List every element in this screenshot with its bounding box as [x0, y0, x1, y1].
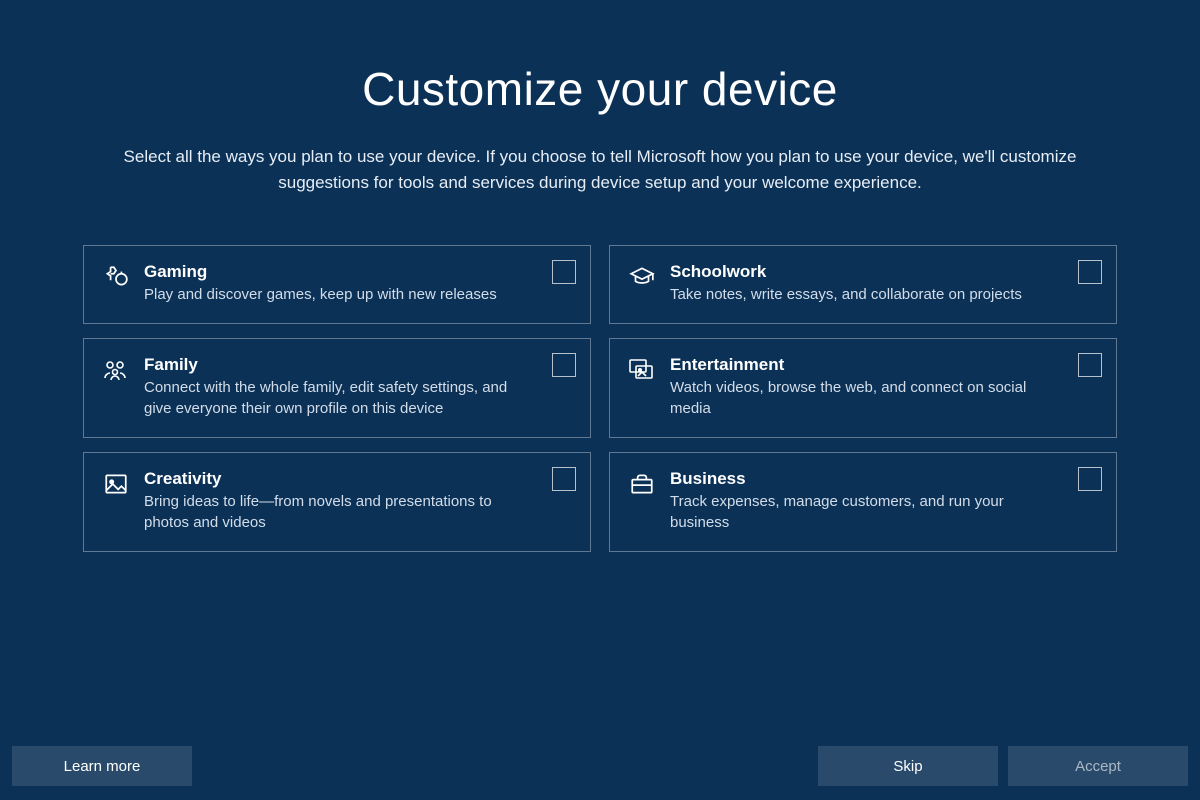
card-title: Creativity	[144, 469, 524, 489]
card-family[interactable]: Family Connect with the whole family, ed…	[83, 338, 591, 438]
card-desc: Take notes, write essays, and collaborat…	[670, 284, 1050, 305]
card-schoolwork[interactable]: Schoolwork Take notes, write essays, and…	[609, 245, 1117, 324]
card-title: Entertainment	[670, 355, 1050, 375]
card-desc: Bring ideas to life—from novels and pres…	[144, 491, 524, 533]
usage-grid: Gaming Play and discover games, keep up …	[83, 245, 1117, 552]
accept-button[interactable]: Accept	[1008, 746, 1188, 786]
footer: Learn more Skip Accept	[12, 746, 1188, 786]
card-desc: Connect with the whole family, edit safe…	[144, 377, 524, 419]
page-subtitle: Select all the ways you plan to use your…	[100, 144, 1100, 195]
learn-more-button[interactable]: Learn more	[12, 746, 192, 786]
entertainment-icon	[624, 355, 660, 383]
checkbox[interactable]	[552, 260, 576, 284]
card-desc: Watch videos, browse the web, and connec…	[670, 377, 1050, 419]
card-title: Family	[144, 355, 524, 375]
checkbox[interactable]	[552, 353, 576, 377]
card-title: Business	[670, 469, 1050, 489]
checkbox[interactable]	[1078, 353, 1102, 377]
card-business[interactable]: Business Track expenses, manage customer…	[609, 452, 1117, 552]
card-desc: Play and discover games, keep up with ne…	[144, 284, 524, 305]
card-gaming[interactable]: Gaming Play and discover games, keep up …	[83, 245, 591, 324]
page-title: Customize your device	[0, 62, 1200, 116]
schoolwork-icon	[624, 262, 660, 290]
card-creativity[interactable]: Creativity Bring ideas to life—from nove…	[83, 452, 591, 552]
checkbox[interactable]	[552, 467, 576, 491]
checkbox[interactable]	[1078, 467, 1102, 491]
card-desc: Track expenses, manage customers, and ru…	[670, 491, 1050, 533]
card-entertainment[interactable]: Entertainment Watch videos, browse the w…	[609, 338, 1117, 438]
checkbox[interactable]	[1078, 260, 1102, 284]
skip-button[interactable]: Skip	[818, 746, 998, 786]
creativity-icon	[98, 469, 134, 497]
family-icon	[98, 355, 134, 383]
card-title: Gaming	[144, 262, 524, 282]
gaming-icon	[98, 262, 134, 290]
business-icon	[624, 469, 660, 497]
card-title: Schoolwork	[670, 262, 1050, 282]
